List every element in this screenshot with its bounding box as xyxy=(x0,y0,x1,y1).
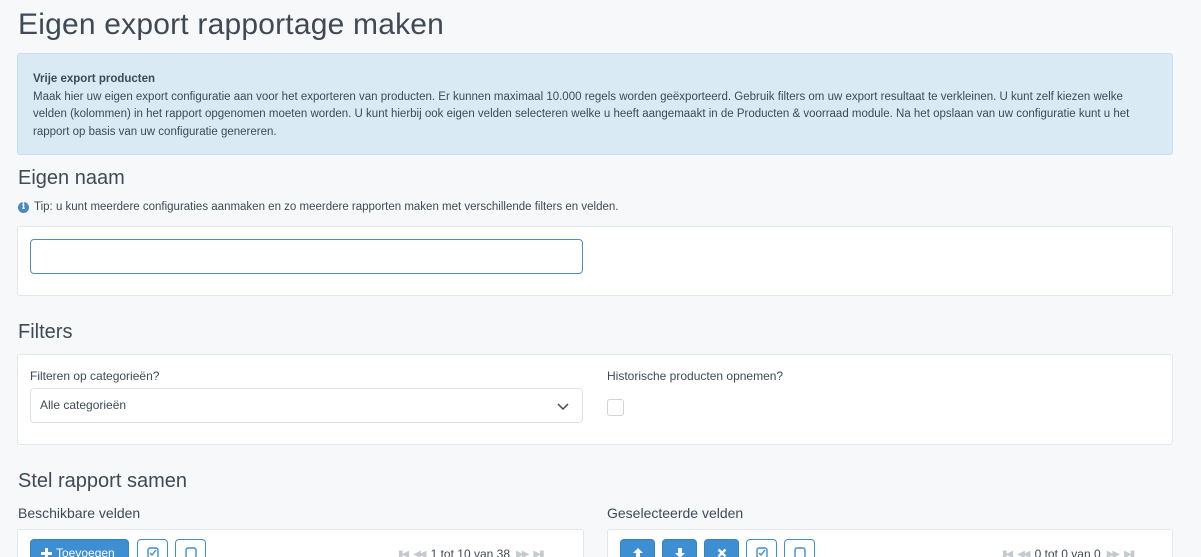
move-down-button[interactable] xyxy=(662,539,697,557)
next-page-icon[interactable]: ▶▶ xyxy=(1107,549,1120,557)
uncheck-all-icon xyxy=(793,547,806,557)
arrow-up-icon xyxy=(632,548,643,557)
check-all-button[interactable] xyxy=(137,539,168,557)
last-page-icon[interactable]: ▶▮ xyxy=(1124,549,1135,557)
first-page-icon[interactable]: ▮◀ xyxy=(398,549,409,557)
available-pager-text: 1 tot 10 van 38 xyxy=(430,547,510,557)
arrow-down-icon xyxy=(674,548,685,557)
tip-text: Tip: u kunt meerdere configuraties aanma… xyxy=(34,201,619,213)
selected-pager-text: 0 tot 0 van 0 xyxy=(1034,547,1101,557)
move-up-button[interactable] xyxy=(620,539,655,557)
prev-page-icon[interactable]: ◀◀ xyxy=(413,549,426,557)
selected-fields-label: Geselecteerde velden xyxy=(607,505,744,521)
plus-icon xyxy=(41,547,52,557)
filters-section-title: Filters xyxy=(18,321,73,343)
info-text: Maak hier uw eigen export configuratie a… xyxy=(33,90,1130,138)
selected-uncheck-all-button[interactable] xyxy=(784,539,815,557)
compose-section-title: Stel rapport samen xyxy=(18,470,187,492)
selected-pager: ▮◀ ◀◀ 0 tot 0 van 0 ▶▶ ▶▮ xyxy=(1002,547,1135,557)
available-pager: ▮◀ ◀◀ 1 tot 10 van 38 ▶▶ ▶▮ xyxy=(398,547,545,557)
category-select-value: Alle categorieën xyxy=(40,398,127,412)
info-title: Vrije export producten xyxy=(33,73,156,85)
historic-products-checkbox[interactable] xyxy=(607,399,624,416)
first-page-icon[interactable]: ▮◀ xyxy=(1002,549,1013,557)
name-input[interactable] xyxy=(30,239,583,274)
uncheck-all-button[interactable] xyxy=(175,539,206,557)
available-fields-label: Beschikbare velden xyxy=(18,505,141,521)
add-button[interactable]: Toevoegen xyxy=(30,539,129,557)
category-select[interactable]: Alle categorieën xyxy=(30,388,583,423)
category-filter-label: Filteren op categorieën? xyxy=(30,369,160,383)
name-section-title: Eigen naam xyxy=(18,167,125,189)
prev-page-icon[interactable]: ◀◀ xyxy=(1017,549,1030,557)
tip: i Tip: u kunt meerdere configuraties aan… xyxy=(18,201,618,213)
add-button-label: Toevoegen xyxy=(56,546,115,557)
historic-products-label: Historische producten opnemen? xyxy=(607,369,784,383)
info-alert: Vrije export producten Maak hier uw eige… xyxy=(17,53,1173,155)
remove-button[interactable] xyxy=(704,539,739,557)
chevron-down-icon xyxy=(557,403,569,411)
remove-icon xyxy=(717,548,726,557)
check-all-icon xyxy=(755,547,768,557)
info-icon: i xyxy=(18,201,29,213)
selected-check-all-button[interactable] xyxy=(746,539,777,557)
next-page-icon[interactable]: ▶▶ xyxy=(516,549,529,557)
last-page-icon[interactable]: ▶▮ xyxy=(533,549,544,557)
uncheck-all-icon xyxy=(184,547,197,557)
check-all-icon xyxy=(146,547,159,557)
page-title: Eigen export rapportage maken xyxy=(18,8,445,41)
